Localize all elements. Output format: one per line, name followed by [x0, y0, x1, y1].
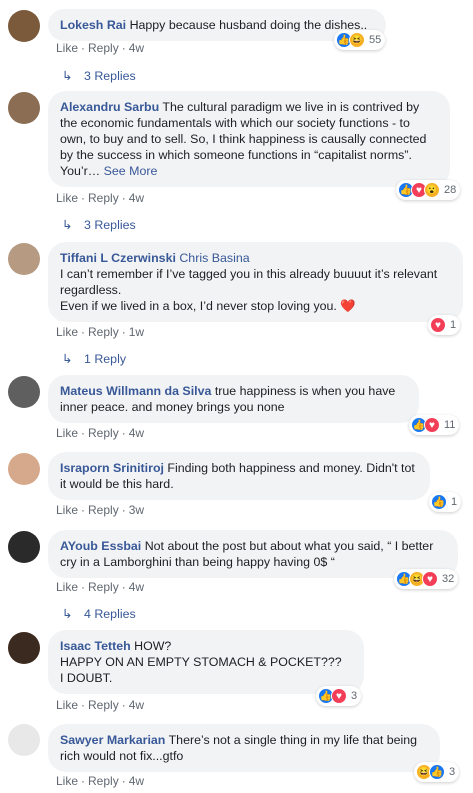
- timestamp[interactable]: 4w: [129, 774, 144, 788]
- like-icon: 👍: [431, 494, 447, 510]
- comment-actions: Like · Reply · 4w: [56, 698, 145, 712]
- reaction-count: 28: [444, 184, 457, 196]
- author-name[interactable]: Sawyer Markarian: [60, 733, 165, 747]
- like-link[interactable]: Like: [56, 503, 78, 517]
- reaction-summary[interactable]: 👍 ♥ 😮 28: [396, 180, 461, 200]
- avatar[interactable]: [8, 632, 40, 664]
- reaction-count: 11: [444, 419, 456, 431]
- author-name[interactable]: Alexandru Sarbu: [60, 100, 159, 114]
- author-name[interactable]: AYoub Essbai: [60, 539, 141, 553]
- reaction-count: 1: [451, 496, 458, 508]
- like-link[interactable]: Like: [56, 325, 78, 339]
- reply-arrow-icon: ↳: [62, 69, 73, 83]
- reply-arrow-icon: ↳: [62, 352, 73, 366]
- comment-actions: Like · Reply · 4w: [56, 191, 145, 205]
- like-link[interactable]: Like: [56, 426, 78, 440]
- timestamp[interactable]: 4w: [129, 41, 144, 55]
- comment-text: I DOUBT.: [60, 671, 113, 685]
- reply-link[interactable]: Reply: [88, 426, 119, 440]
- reply-arrow-icon: ↳: [62, 218, 73, 232]
- timestamp[interactable]: 4w: [129, 191, 144, 205]
- reply-link[interactable]: Reply: [88, 325, 119, 339]
- comment-actions: Like · Reply · 4w: [56, 580, 145, 594]
- avatar[interactable]: [8, 10, 40, 42]
- reaction-summary[interactable]: ♥ 1: [428, 315, 461, 335]
- reaction-summary[interactable]: 👍 1: [429, 492, 462, 512]
- reaction-count: 32: [442, 573, 455, 585]
- comment-bubble: Mateus Willmann da Silva true happiness …: [48, 375, 419, 423]
- reaction-count: 1: [450, 319, 457, 331]
- reaction-count: 55: [369, 34, 382, 46]
- reaction-summary[interactable]: 😆 👍 3: [414, 762, 460, 782]
- reply-link[interactable]: Reply: [88, 191, 119, 205]
- timestamp[interactable]: 4w: [129, 698, 144, 712]
- comment-actions: Like · Reply · 3w: [56, 503, 145, 517]
- comment-bubble: Alexandru Sarbu The cultural paradigm we…: [48, 91, 450, 187]
- comment-text: Even if we lived in a box, I’d never sto…: [60, 299, 337, 313]
- reaction-count: 3: [351, 690, 358, 702]
- reaction-summary[interactable]: 👍 ♥ 3: [316, 686, 362, 706]
- love-icon: ♥: [422, 571, 438, 587]
- author-name[interactable]: Lokesh Rai: [60, 18, 126, 32]
- like-link[interactable]: Like: [56, 191, 78, 205]
- author-name[interactable]: Isaac Tetteh: [60, 639, 131, 653]
- like-link[interactable]: Like: [56, 774, 78, 788]
- like-link[interactable]: Like: [56, 698, 78, 712]
- avatar[interactable]: [8, 243, 40, 275]
- reaction-count: 3: [449, 766, 456, 778]
- view-replies-link[interactable]: ↳ 4 Replies: [62, 606, 136, 622]
- avatar[interactable]: [8, 453, 40, 485]
- author-name[interactable]: Israporn Srinitiroj: [60, 461, 164, 475]
- see-more-link[interactable]: See More: [104, 164, 158, 178]
- reaction-summary[interactable]: 👍 ♥ 11: [409, 415, 460, 435]
- tagged-user[interactable]: Chris Basina: [179, 251, 249, 265]
- comment-text: HOW?: [134, 639, 172, 653]
- reaction-summary[interactable]: 👍 😆 55: [334, 30, 386, 50]
- comment-text: Happy because husband doing the dishes..: [129, 18, 368, 32]
- comment-actions: Like · Reply · 4w: [56, 426, 145, 440]
- reply-link[interactable]: Reply: [88, 698, 119, 712]
- comment-text: I can’t remember if I’ve tagged you in t…: [60, 267, 438, 297]
- timestamp[interactable]: 3w: [129, 503, 144, 517]
- view-replies-link[interactable]: ↳ 1 Reply: [62, 351, 126, 367]
- reply-link[interactable]: Reply: [88, 41, 119, 55]
- reply-link[interactable]: Reply: [88, 580, 119, 594]
- love-icon: ♥: [424, 417, 440, 433]
- like-icon: 👍: [429, 764, 445, 780]
- comment-actions: Like · Reply · 1w: [56, 325, 145, 339]
- reply-arrow-icon: ↳: [62, 607, 73, 621]
- avatar[interactable]: [8, 376, 40, 408]
- love-icon: ♥: [331, 688, 347, 704]
- comment-actions: Like · Reply · 4w: [56, 774, 145, 788]
- comment-actions: Like · Reply · 4w: [56, 41, 145, 55]
- avatar[interactable]: [8, 92, 40, 124]
- author-name[interactable]: Tiffani L Czerwinski: [60, 251, 176, 265]
- timestamp[interactable]: 1w: [129, 325, 144, 339]
- reaction-summary[interactable]: 👍 😆 ♥ 32: [394, 569, 459, 589]
- timestamp[interactable]: 4w: [129, 580, 144, 594]
- comment-bubble: Tiffani L Czerwinski Chris Basina I can’…: [48, 242, 463, 322]
- haha-icon: 😆: [349, 32, 365, 48]
- reply-link[interactable]: Reply: [88, 774, 119, 788]
- comment-bubble: Sawyer Markarian There’s not a single th…: [48, 724, 440, 772]
- view-replies-link[interactable]: ↳ 3 Replies: [62, 217, 136, 233]
- reply-link[interactable]: Reply: [88, 503, 119, 517]
- wow-icon: 😮: [424, 182, 440, 198]
- avatar[interactable]: [8, 531, 40, 563]
- view-replies-link[interactable]: ↳ 3 Replies: [62, 68, 136, 84]
- like-link[interactable]: Like: [56, 580, 78, 594]
- timestamp[interactable]: 4w: [129, 426, 144, 440]
- avatar[interactable]: [8, 724, 40, 756]
- comment-bubble: Israporn Srinitiroj Finding both happine…: [48, 452, 430, 500]
- heart-emoji: ❤️: [340, 299, 356, 313]
- like-link[interactable]: Like: [56, 41, 78, 55]
- comment-bubble: Isaac Tetteh HOW? HAPPY ON AN EMPTY STOM…: [48, 630, 364, 694]
- love-icon: ♥: [430, 317, 446, 333]
- comment-text: HAPPY ON AN EMPTY STOMACH & POCKET???: [60, 655, 342, 669]
- author-name[interactable]: Mateus Willmann da Silva: [60, 384, 211, 398]
